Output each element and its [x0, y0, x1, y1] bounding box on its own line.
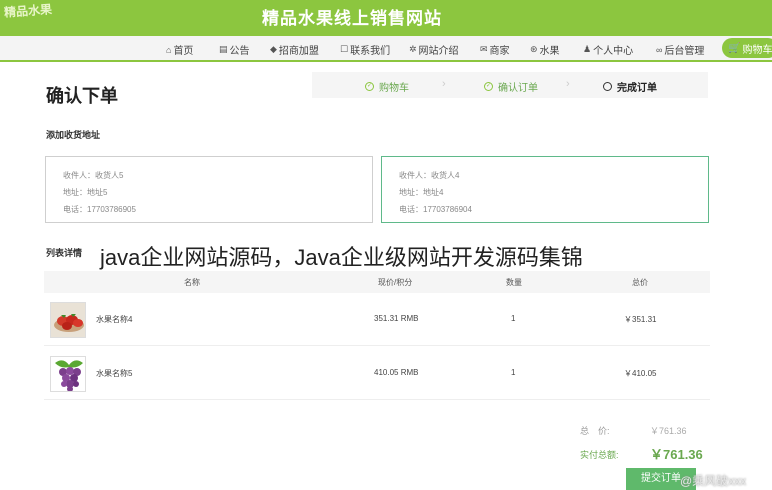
site-header: 精品水果 精品水果线上销售网站: [0, 0, 772, 36]
address-detail: 地址：地址4: [399, 188, 444, 197]
column-qty: 数量: [506, 278, 522, 287]
address-card-selected[interactable]: 收件人：收货人4 地址：地址4 电话：17703786904: [381, 156, 709, 223]
nav-franchise[interactable]: ◆ 招商加盟: [270, 42, 319, 57]
contact-icon: ☐: [340, 44, 349, 54]
product-qty: 1: [511, 368, 516, 377]
table-header: 名称 现价/积分 数量 总价: [44, 271, 710, 293]
nav-contact[interactable]: ☐ 联系我们: [340, 42, 390, 57]
order-steps: ✓ 购物车 › ✓ 确认订单 › 完成订单: [312, 72, 708, 98]
main-nav: ⌂ 首页 ▤ 公告 ◆ 招商加盟 ☐ 联系我们 ✲ 网站介绍 ✉ 商家 ⊛ 水果 ♟ 个人中心 …: [0, 36, 772, 62]
fruit-icon: ⊛: [530, 44, 538, 54]
layers-icon: ◆: [270, 44, 277, 54]
nav-merchant-label: 商家: [489, 46, 510, 57]
nav-about[interactable]: ✲ 网站介绍: [409, 42, 459, 57]
nav-admin-label: 后台管理: [664, 46, 705, 57]
check-circle-icon: ✓: [365, 82, 374, 91]
nav-fruit[interactable]: ⊛ 水果: [530, 42, 560, 57]
address-recipient: 收件人：收货人4: [399, 171, 460, 180]
address-detail: 地址：地址5: [63, 188, 108, 197]
nav-home-label: 首页: [173, 46, 194, 57]
column-price: 现价/积分: [378, 278, 413, 287]
step-complete-label: 完成订单: [617, 83, 657, 94]
notice-icon: ▤: [219, 44, 228, 54]
circle-icon: [603, 82, 612, 91]
table-row: 水果名称4 351.31 RMB 1 ￥351.31: [44, 294, 710, 346]
gear-icon: ✲: [409, 44, 417, 54]
product-name[interactable]: 水果名称4: [96, 314, 132, 325]
amount-paid-value: ￥761.36: [650, 447, 703, 462]
nav-fruit-label: 水果: [539, 46, 560, 57]
amount-paid-label: 实付总额:: [580, 450, 619, 460]
grape-thumbnail[interactable]: [50, 356, 86, 392]
column-total: 总价: [632, 278, 648, 287]
product-name[interactable]: 水果名称5: [96, 368, 132, 379]
watermark-caption: java企业网站源码，Java企业级网站开发源码集锦: [100, 245, 583, 270]
check-circle-icon: ✓: [484, 82, 493, 91]
product-total: ￥351.31: [624, 315, 657, 324]
nav-admin[interactable]: ∞ 后台管理: [656, 42, 705, 58]
address-phone: 电话：17703786904: [399, 205, 472, 214]
site-title: 精品水果线上销售网站: [262, 9, 442, 28]
address-section-title: 添加收货地址: [46, 130, 101, 140]
link-icon: ∞: [656, 44, 663, 55]
page-title: 确认下单: [46, 86, 118, 106]
user-icon: ♟: [583, 44, 592, 54]
step-confirm-label: 确认订单: [498, 83, 538, 94]
author-credit: @乘风破xxx: [680, 474, 747, 488]
list-section-title: 列表详情: [46, 248, 83, 258]
strawberry-thumbnail[interactable]: [50, 302, 86, 338]
chevron-right-icon: ›: [442, 78, 446, 90]
step-cart: ✓ 购物车: [365, 79, 409, 94]
total-price-label: 总 价:: [580, 426, 610, 436]
nav-notice[interactable]: ▤ 公告: [219, 42, 250, 57]
mail-icon: ✉: [480, 44, 488, 54]
nav-profile[interactable]: ♟ 个人中心: [583, 42, 633, 57]
product-total: ￥410.05: [624, 369, 657, 378]
site-logo[interactable]: 精品水果: [3, 0, 53, 20]
column-name: 名称: [184, 278, 200, 287]
nav-franchise-label: 招商加盟: [278, 46, 319, 57]
cart-icon: 🛒: [728, 42, 741, 54]
nav-home[interactable]: ⌂ 首页: [166, 42, 194, 58]
address-recipient: 收件人：收货人5: [63, 171, 124, 180]
nav-merchant[interactable]: ✉ 商家: [480, 42, 510, 57]
address-card[interactable]: 收件人：收货人5 地址：地址5 电话：17703786905: [45, 156, 373, 223]
nav-contact-label: 联系我们: [350, 46, 391, 57]
step-complete: 完成订单: [603, 79, 657, 94]
nav-notice-label: 公告: [229, 46, 250, 57]
total-price-value: ￥761.36: [650, 426, 687, 436]
home-icon: ⌂: [166, 44, 172, 55]
cart-button[interactable]: 🛒 购物车: [722, 38, 772, 58]
table-row: 水果名称5 410.05 RMB 1 ￥410.05: [44, 348, 710, 400]
step-cart-label: 购物车: [379, 83, 409, 94]
nav-profile-label: 个人中心: [593, 46, 634, 57]
nav-about-label: 网站介绍: [418, 46, 459, 57]
address-phone: 电话：17703786905: [63, 205, 136, 214]
cart-button-label: 购物车: [742, 44, 772, 56]
chevron-right-icon: ›: [566, 78, 570, 90]
product-price: 351.31 RMB: [374, 314, 419, 323]
product-qty: 1: [511, 314, 516, 323]
product-price: 410.05 RMB: [374, 368, 419, 377]
step-confirm: ✓ 确认订单: [484, 79, 538, 94]
